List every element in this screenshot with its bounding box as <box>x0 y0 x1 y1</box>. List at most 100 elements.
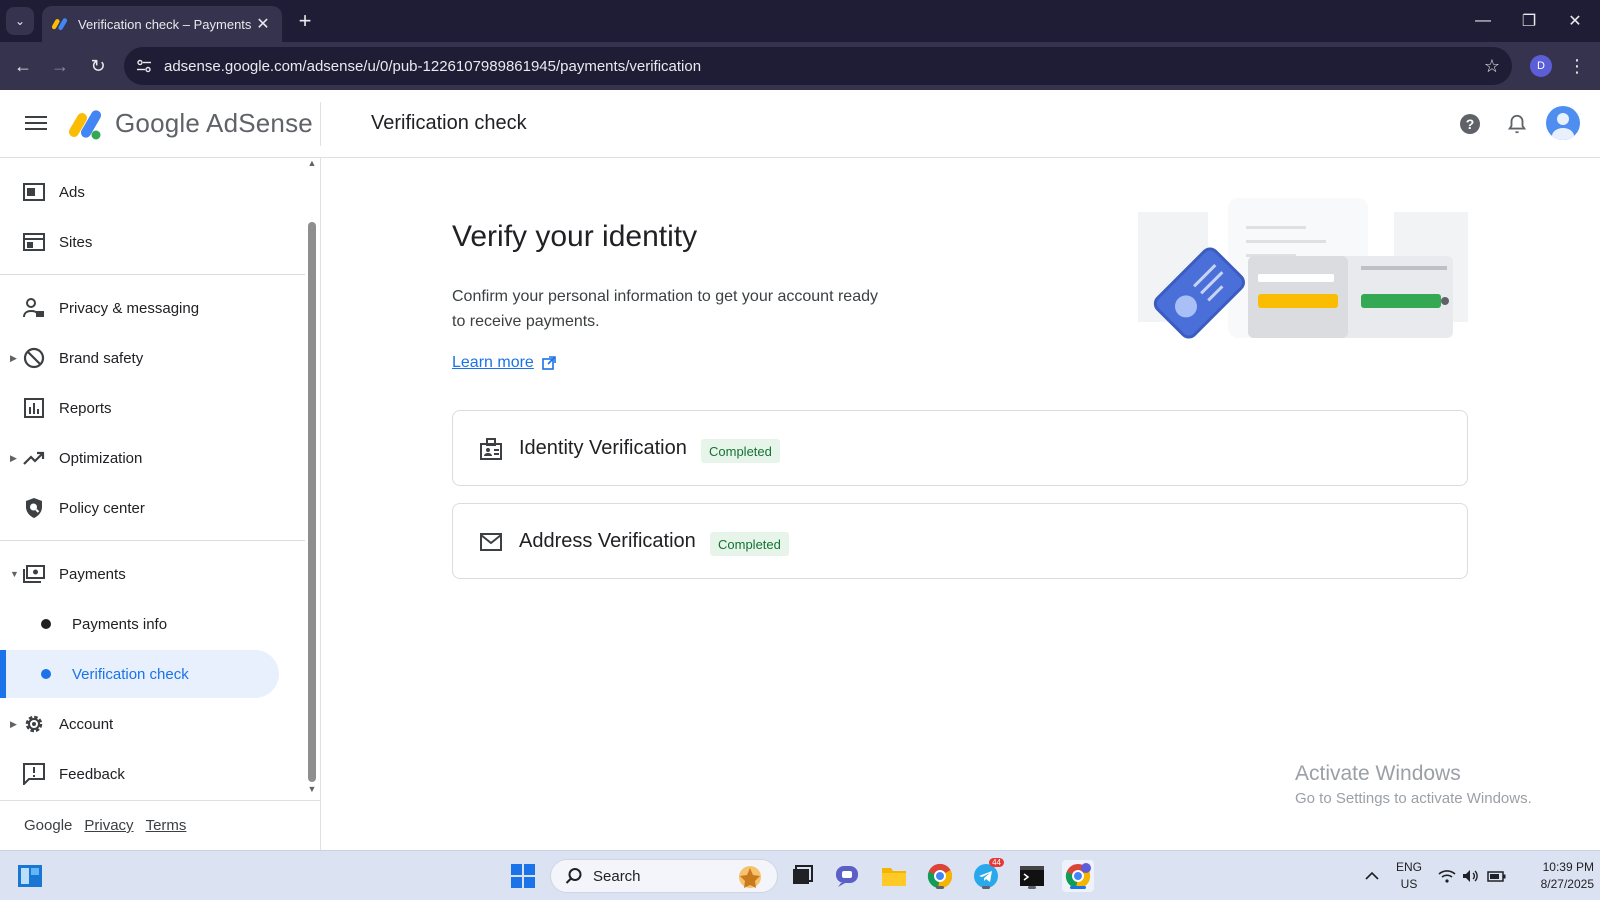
collapse-caret-icon: ▼ <box>10 569 19 579</box>
tab-title: Verification check – Payments – <box>78 16 254 32</box>
identity-verification-title: Identity Verification <box>519 437 687 459</box>
new-tab-button[interactable]: + <box>292 8 318 34</box>
adsense-favicon-icon <box>51 16 70 32</box>
sidebar-item-payments[interactable]: ▼ Payments <box>0 550 305 598</box>
sidebar-scrollbar[interactable]: ▲ ▼ <box>306 158 318 798</box>
bookmark-star-icon[interactable]: ☆ <box>1472 56 1512 77</box>
browser-menu-icon[interactable]: ⋮ <box>1566 52 1588 80</box>
taskbar-search[interactable]: Search <box>550 859 778 893</box>
close-window-icon[interactable]: ✕ <box>1552 0 1598 42</box>
windows-taskbar: Search 44 ENG US 10:39 PM 8/27/2025 <box>0 850 1600 900</box>
account-avatar[interactable] <box>1546 106 1580 140</box>
back-icon[interactable]: ← <box>9 52 37 80</box>
task-view-icon[interactable] <box>786 860 818 892</box>
address-verification-card[interactable]: Address Verification Completed <box>452 503 1468 579</box>
app-header: Google AdSense Verification check ? <box>0 90 1600 158</box>
sidebar-item-payments-info[interactable]: Payments info <box>0 600 305 648</box>
bullet-icon <box>41 619 51 629</box>
running-indicator <box>936 886 944 889</box>
show-hidden-icons-chevron-icon[interactable] <box>1364 851 1380 900</box>
browser-tab-bar: ⌄ Verification check – Payments – ✕ + — … <box>0 0 1600 42</box>
scroll-up-arrow-icon[interactable]: ▲ <box>306 158 318 168</box>
close-tab-icon[interactable]: ✕ <box>254 14 272 34</box>
verify-description: Confirm your personal information to get… <box>452 288 878 330</box>
sidebar-divider <box>0 274 305 275</box>
sidebar-item-ads[interactable]: Ads <box>0 168 305 216</box>
system-clock[interactable]: 10:39 PM 8/27/2025 <box>1510 859 1594 893</box>
battery-icon[interactable] <box>1487 851 1507 900</box>
clock-time: 10:39 PM <box>1542 860 1594 874</box>
search-icon <box>565 868 582 884</box>
open-in-new-icon <box>542 356 556 370</box>
chrome-profile-icon[interactable] <box>924 860 956 892</box>
sidebar-item-reports[interactable]: Reports <box>0 384 305 432</box>
site-info-icon[interactable] <box>124 59 164 73</box>
main-content: Verify your identity Confirm your person… <box>322 158 1600 850</box>
sidebar-divider <box>0 540 305 541</box>
activate-windows-title: Activate Windows <box>1295 762 1461 785</box>
chrome-active-icon[interactable] <box>1062 860 1094 892</box>
tab-search-dropdown[interactable]: ⌄ <box>6 7 34 35</box>
sidebar-item-sites[interactable]: Sites <box>0 218 305 266</box>
reload-icon[interactable]: ↻ <box>84 52 112 80</box>
reports-chart-icon <box>22 396 46 420</box>
forward-icon[interactable]: → <box>46 52 74 80</box>
expand-caret-icon: ▶ <box>10 352 17 363</box>
volume-icon[interactable] <box>1462 851 1480 900</box>
sites-icon <box>22 230 46 254</box>
search-placeholder: Search <box>593 867 641 885</box>
minimize-icon[interactable]: — <box>1460 0 1506 42</box>
browser-toolbar: ← → ↻ adsense.google.com/adsense/u/0/pub… <box>0 42 1600 90</box>
learn-more-link[interactable]: Learn more <box>452 354 556 372</box>
scroll-down-arrow-icon[interactable]: ▼ <box>306 784 318 794</box>
language-indicator[interactable]: ENG US <box>1394 859 1424 893</box>
sidebar-item-policy-center[interactable]: Policy center <box>0 484 305 532</box>
identity-illustration <box>1138 198 1468 348</box>
id-badge-icon <box>480 438 502 460</box>
start-windows-icon[interactable] <box>507 860 539 892</box>
telegram-icon[interactable]: 44 <box>970 858 1004 892</box>
identity-verification-card[interactable]: Identity Verification Completed <box>452 410 1468 486</box>
header-divider <box>320 102 321 146</box>
teams-chat-icon[interactable] <box>832 860 864 892</box>
terms-link[interactable]: Terms <box>146 817 187 834</box>
privacy-person-icon <box>22 296 46 320</box>
payments-icon <box>22 562 46 586</box>
running-indicator <box>1028 886 1036 889</box>
search-highlight-icon <box>739 866 761 888</box>
sidebar-item-feedback[interactable]: Feedback <box>0 750 305 798</box>
running-indicator <box>982 886 990 889</box>
expand-caret-icon: ▶ <box>10 718 17 729</box>
browser-tab[interactable]: Verification check – Payments – ✕ <box>42 6 282 42</box>
file-explorer-icon[interactable] <box>878 860 910 892</box>
sidebar-item-verification-check[interactable]: Verification check <box>0 650 279 698</box>
expand-caret-icon: ▶ <box>10 452 17 463</box>
page-title: Verification check <box>371 112 527 134</box>
privacy-link[interactable]: Privacy <box>84 817 133 834</box>
wifi-icon[interactable] <box>1438 851 1456 900</box>
url-text: adsense.google.com/adsense/u/0/pub-12261… <box>164 57 702 75</box>
svg-text:?: ? <box>1466 116 1475 132</box>
browser-profile-avatar[interactable]: D <box>1530 55 1552 77</box>
sidebar-item-privacy-messaging[interactable]: Privacy & messaging <box>0 284 305 332</box>
block-icon <box>22 346 46 370</box>
help-icon[interactable]: ? <box>1456 110 1484 138</box>
clock-date: 8/27/2025 <box>1540 877 1594 891</box>
main-menu-icon[interactable] <box>24 112 48 136</box>
sidebar-item-account[interactable]: ▶ Account <box>0 700 305 748</box>
brand-name: Google AdSense <box>115 108 313 138</box>
status-badge: Completed <box>701 439 780 463</box>
sidebar-footer: Google Privacy Terms <box>0 800 321 850</box>
active-indicator <box>1070 886 1086 889</box>
sidebar-item-brand-safety[interactable]: ▶ Brand safety <box>0 334 305 382</box>
widgets-icon[interactable] <box>14 860 46 892</box>
notifications-bell-icon[interactable] <box>1503 110 1531 138</box>
restore-icon[interactable]: ❐ <box>1506 0 1552 42</box>
scroll-thumb[interactable] <box>308 222 316 782</box>
feedback-icon <box>22 762 46 786</box>
address-bar[interactable]: adsense.google.com/adsense/u/0/pub-12261… <box>124 47 1512 85</box>
verify-heading: Verify your identity <box>452 220 698 253</box>
sidebar-item-optimization[interactable]: ▶ Optimization <box>0 434 305 482</box>
terminal-icon[interactable] <box>1016 860 1048 892</box>
adsense-logo-icon <box>68 106 104 142</box>
